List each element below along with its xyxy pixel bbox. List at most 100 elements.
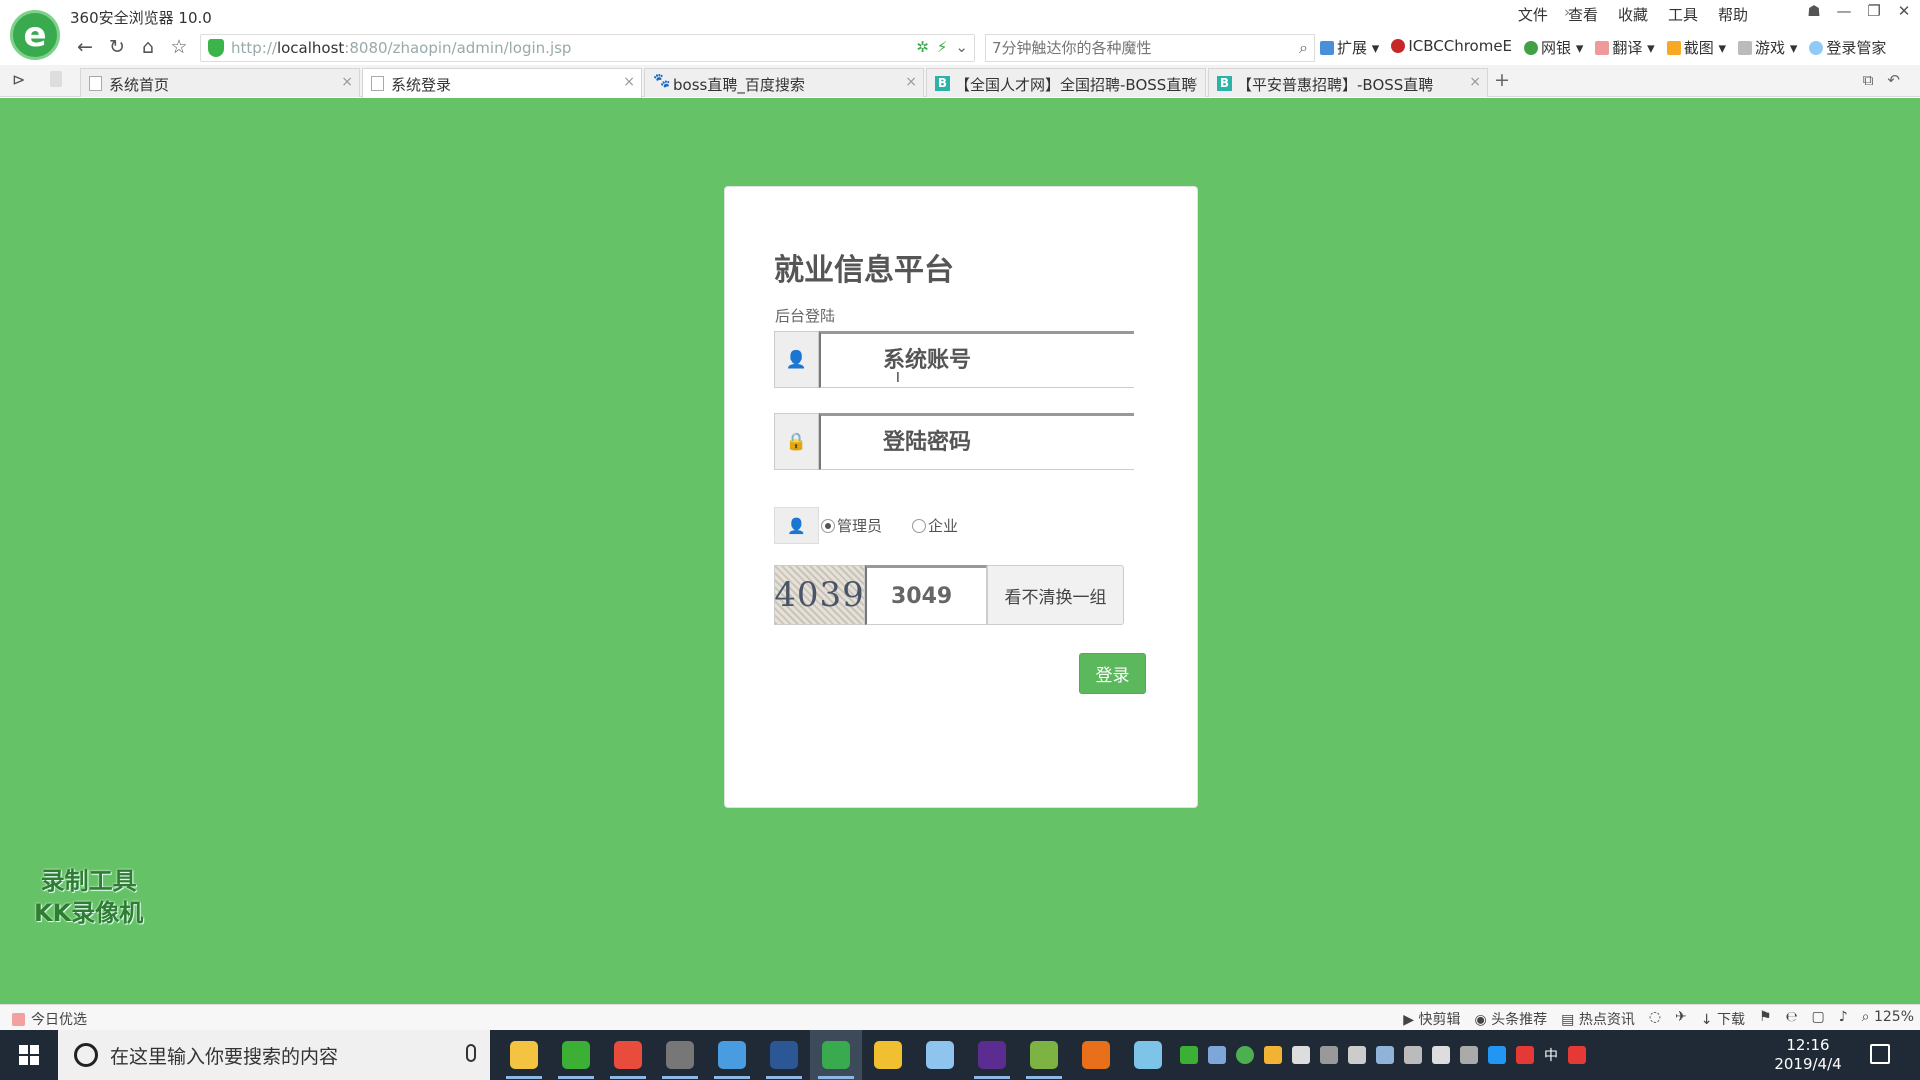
mi-tray-icon[interactable] <box>1292 1046 1310 1064</box>
star-icon[interactable]: ☆ <box>166 34 192 60</box>
close-icon[interactable]: × <box>1187 74 1199 90</box>
new-tab-button[interactable]: + <box>1494 69 1510 91</box>
captcha-image[interactable]: 4039 <box>774 565 865 625</box>
close-icon[interactable]: × <box>623 74 635 90</box>
close-icon[interactable]: × <box>1469 74 1481 90</box>
headline-link[interactable]: ◉ 头条推荐 <box>1474 1009 1547 1029</box>
menu-file[interactable]: 文件 <box>1516 4 1550 25</box>
menu-help[interactable]: 帮助 <box>1716 4 1750 25</box>
tab-boss-pingan[interactable]: B 【平安普惠招聘】-BOSS直聘 × <box>1208 68 1488 97</box>
taskbar-app-tomcat[interactable] <box>1070 1030 1122 1080</box>
security-tray-icon[interactable] <box>1516 1046 1534 1064</box>
search-icon[interactable]: ⌕ <box>1299 38 1308 58</box>
ebank-extension[interactable]: 网银 ▾ <box>1524 37 1583 58</box>
home-icon[interactable]: ⌂ <box>135 34 161 60</box>
refresh-captcha-button[interactable]: 看不清换一组 <box>987 565 1124 625</box>
pin-icon[interactable]: ✈ <box>1675 1009 1687 1029</box>
menu-tools[interactable]: 工具 <box>1666 4 1700 25</box>
account-input[interactable] <box>819 331 1134 388</box>
tab-system-login[interactable]: 系统登录 × <box>362 68 642 98</box>
minimize-icon[interactable]: — <box>1836 2 1852 20</box>
tab-boss-national[interactable]: B 【全国人才网】全国招聘-BOSS直聘 × <box>926 68 1206 97</box>
login-manager-extension[interactable]: 登录管家 <box>1809 37 1886 58</box>
url-input[interactable]: http://localhost:8080/zhaopin/admin/logi… <box>200 34 975 62</box>
globe-app-icon <box>926 1041 954 1069</box>
screenshot-extension[interactable]: 截图 ▾ <box>1666 37 1726 58</box>
speed-icon[interactable]: ◌ <box>1649 1009 1661 1029</box>
taskbar-app-settings[interactable] <box>654 1030 706 1080</box>
url-text[interactable]: http://localhost:8080/zhaopin/admin/logi… <box>231 39 571 57</box>
sogou-tray-icon[interactable] <box>1568 1046 1586 1064</box>
window-icon[interactable]: ▢ <box>1812 1009 1825 1029</box>
captcha-input[interactable] <box>865 565 987 625</box>
password-input[interactable] <box>819 413 1134 470</box>
ime-indicator[interactable]: 中 <box>1544 1045 1558 1065</box>
undo-close-icon[interactable]: ↶ <box>1887 71 1900 89</box>
taskbar-clock[interactable]: 12:16 2019/4/4 <box>1758 1036 1858 1074</box>
radio-checked-icon[interactable] <box>821 518 835 533</box>
sidebar-toggle-icon[interactable]: ⊳ <box>12 70 25 89</box>
volume-icon[interactable]: ♪ <box>1839 1009 1848 1029</box>
display-tray-icon[interactable] <box>1376 1046 1394 1064</box>
cortana-icon[interactable] <box>74 1043 98 1067</box>
taskbar-app-search-tool[interactable] <box>706 1030 758 1080</box>
close-icon[interactable]: × <box>905 74 917 90</box>
volume-icon[interactable] <box>1460 1046 1478 1064</box>
icbc-extension[interactable]: ICBCChromeE <box>1391 37 1512 58</box>
refresh-icon[interactable]: ↻ <box>104 34 130 60</box>
translate-extension[interactable]: 翻译 ▾ <box>1595 37 1655 58</box>
extensions-button[interactable]: 扩展 ▾ <box>1320 37 1379 58</box>
bluetooth-icon[interactable] <box>1488 1046 1506 1064</box>
maximize-icon[interactable]: ❐ <box>1866 2 1882 20</box>
microphone-icon[interactable] <box>466 1044 476 1062</box>
taskbar-app-notes-app[interactable] <box>1122 1030 1174 1080</box>
keyboard-tray-icon[interactable] <box>1348 1046 1366 1064</box>
quick-edit-link[interactable]: ▶ 快剪辑 <box>1403 1009 1460 1029</box>
restore-tabs-icon[interactable]: ⧉ <box>1863 71 1874 89</box>
login-button[interactable]: 登录 <box>1079 653 1146 694</box>
role-admin-radio[interactable]: 管理员 <box>821 515 882 536</box>
taskbar-app-file-explorer[interactable] <box>498 1030 550 1080</box>
menu-view[interactable]: 查看 <box>1566 4 1600 25</box>
skin-icon[interactable]: ☗ <box>1806 2 1822 20</box>
start-button[interactable] <box>0 1030 58 1080</box>
taskbar-app-word[interactable] <box>758 1030 810 1080</box>
taskbar-app-notepad-plus[interactable] <box>1018 1030 1070 1080</box>
games-extension[interactable]: 游戏 ▾ <box>1738 37 1797 58</box>
taskbar-app-wechat[interactable] <box>550 1030 602 1080</box>
battery-icon[interactable] <box>1432 1046 1450 1064</box>
radio-unchecked-icon[interactable] <box>912 518 926 533</box>
menu-favorites[interactable]: 收藏 <box>1616 4 1650 25</box>
zoom-control[interactable]: ⌕ 125% <box>1862 1009 1914 1029</box>
taskbar-app-360-browser[interactable] <box>810 1030 862 1080</box>
ie-icon[interactable]: ℮ <box>1786 1009 1798 1029</box>
bookmark-icon[interactable] <box>50 71 62 87</box>
role-company-radio[interactable]: 企业 <box>912 515 958 536</box>
chevron-down-icon[interactable]: ⌄ <box>955 38 968 56</box>
tab-baidu-search[interactable]: 🐾 boss直聘_百度搜索 × <box>644 68 924 97</box>
taskbar-app-globe-app[interactable] <box>914 1030 966 1080</box>
today-pick-link[interactable]: 今日优选 <box>12 1009 87 1029</box>
speedup-icon[interactable]: ✲ <box>916 38 929 56</box>
360-tray-icon[interactable] <box>1236 1046 1254 1064</box>
tab-system-home[interactable]: 系统首页 × <box>80 68 360 97</box>
taskbar-app-visual-studio[interactable] <box>966 1030 1018 1080</box>
taskbar-app-duck-app[interactable] <box>862 1030 914 1080</box>
flag-icon[interactable]: ⚑ <box>1759 1009 1772 1029</box>
close-icon[interactable]: × <box>341 74 353 90</box>
doc-tray-icon[interactable] <box>1208 1046 1226 1064</box>
wechat-tray-icon[interactable] <box>1180 1046 1198 1064</box>
close-icon[interactable]: ✕ <box>1896 2 1912 20</box>
hot-news-link[interactable]: ▤ 热点资讯 <box>1561 1009 1635 1029</box>
back-arrow-icon[interactable]: ← <box>72 34 98 60</box>
search-input[interactable] <box>986 35 1276 61</box>
network-tray-icon[interactable] <box>1320 1046 1338 1064</box>
wifi-icon[interactable] <box>1404 1046 1422 1064</box>
search-bar[interactable]: ⌕ <box>985 34 1315 62</box>
taskbar-search[interactable]: 在这里输入你要搜索的内容 <box>58 1030 490 1080</box>
lightning-icon[interactable]: ⚡ <box>937 38 948 56</box>
cloud-tray-icon[interactable] <box>1264 1046 1282 1064</box>
download-link[interactable]: ↓ 下载 <box>1701 1009 1745 1029</box>
notification-center-icon[interactable] <box>1870 1044 1890 1064</box>
taskbar-app-chrome[interactable] <box>602 1030 654 1080</box>
